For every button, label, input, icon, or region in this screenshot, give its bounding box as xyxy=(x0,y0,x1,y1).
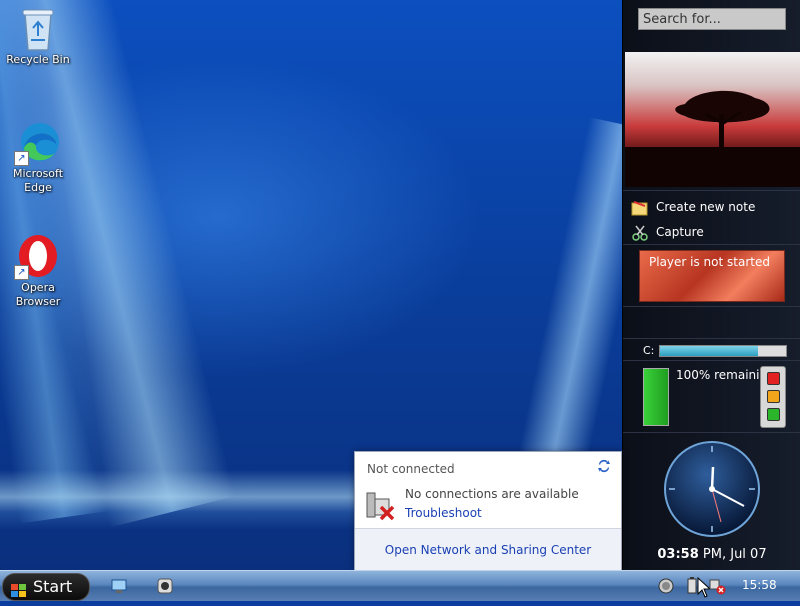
player-status-text: Player is not started xyxy=(649,255,770,269)
scissors-icon xyxy=(631,225,649,241)
gadget-divider xyxy=(623,306,800,307)
disk-usage-bar xyxy=(659,345,787,357)
desktop-icon-microsoft-edge[interactable]: ↗ Microsoft Edge xyxy=(0,120,76,195)
gadget-divider xyxy=(623,432,800,433)
windows-flag-icon xyxy=(11,580,27,597)
popup-footer: Open Network and Sharing Center xyxy=(355,528,621,571)
show-desktop-icon[interactable] xyxy=(110,577,128,595)
red-light-icon xyxy=(766,372,780,385)
shortcut-arrow-icon: ↗ xyxy=(14,265,29,280)
media-player-gadget[interactable]: Player is not started xyxy=(639,250,785,302)
sticky-note-icon xyxy=(631,200,649,216)
media-player-icon[interactable] xyxy=(156,577,174,595)
shortcut-arrow-icon: ↗ xyxy=(14,151,29,166)
recycle-bin-icon xyxy=(16,6,60,51)
popup-title: Not connected xyxy=(367,462,455,476)
green-light-icon xyxy=(766,408,780,421)
battery-meter xyxy=(643,368,669,426)
disk-usage-fill xyxy=(660,346,759,356)
clock-time: 03:58 xyxy=(657,547,699,562)
slideshow-photo[interactable] xyxy=(625,52,800,187)
desktop-icon-label: Microsoft xyxy=(12,167,64,180)
refresh-icon[interactable] xyxy=(596,458,612,474)
desktop-icon-label: Edge xyxy=(24,181,52,194)
network-sharing-center-link[interactable]: Open Network and Sharing Center xyxy=(355,543,621,557)
clock-date: PM, Jul 07 xyxy=(698,547,767,562)
network-disconnected-icon xyxy=(365,489,399,523)
popup-message: No connections are available xyxy=(405,487,579,501)
gadget-divider xyxy=(623,244,800,245)
sidebar-gadgets: Search for... Create new note Capture Pl… xyxy=(622,0,800,570)
start-button[interactable]: Start xyxy=(2,573,90,601)
troubleshoot-link[interactable]: Troubleshoot xyxy=(405,506,482,520)
tray-clock[interactable]: 15:58 xyxy=(742,578,777,592)
capture-label: Capture xyxy=(656,225,704,239)
desktop-icon-opera-browser[interactable]: ↗ Opera Browser xyxy=(0,234,76,309)
tray-status-icon[interactable] xyxy=(657,577,675,595)
desktop-icon-label: Opera xyxy=(21,281,55,294)
gadget-divider xyxy=(623,190,800,191)
gadget-divider xyxy=(623,338,800,339)
start-label: Start xyxy=(33,577,73,596)
opera-browser-icon: ↗ xyxy=(14,234,60,280)
edge-browser-icon: ↗ xyxy=(14,120,60,166)
battery-level-fill xyxy=(644,369,668,425)
clock-date-text: 03:58 PM, Jul 07 xyxy=(623,547,800,562)
disk-label: C: xyxy=(643,344,655,357)
create-note-item[interactable]: Create new note xyxy=(631,198,755,216)
network-status-popup: Not connected No connections are availab… xyxy=(354,451,622,571)
traffic-light-indicator xyxy=(760,366,786,428)
create-note-label: Create new note xyxy=(656,200,756,214)
network-disconnected-tray-icon[interactable] xyxy=(708,577,726,595)
desktop-icon-label: Recycle Bin xyxy=(6,53,70,66)
capture-item[interactable]: Capture xyxy=(631,223,704,241)
search-input[interactable]: Search for... xyxy=(638,8,786,30)
desktop-icon-recycle-bin[interactable]: Recycle Bin xyxy=(0,6,76,67)
gadget-divider xyxy=(623,360,800,361)
analog-clock[interactable] xyxy=(663,440,761,538)
desktop-icon-label: Browser xyxy=(15,295,61,308)
taskbar: Start 15:58 xyxy=(0,570,800,601)
amber-light-icon xyxy=(766,390,780,403)
